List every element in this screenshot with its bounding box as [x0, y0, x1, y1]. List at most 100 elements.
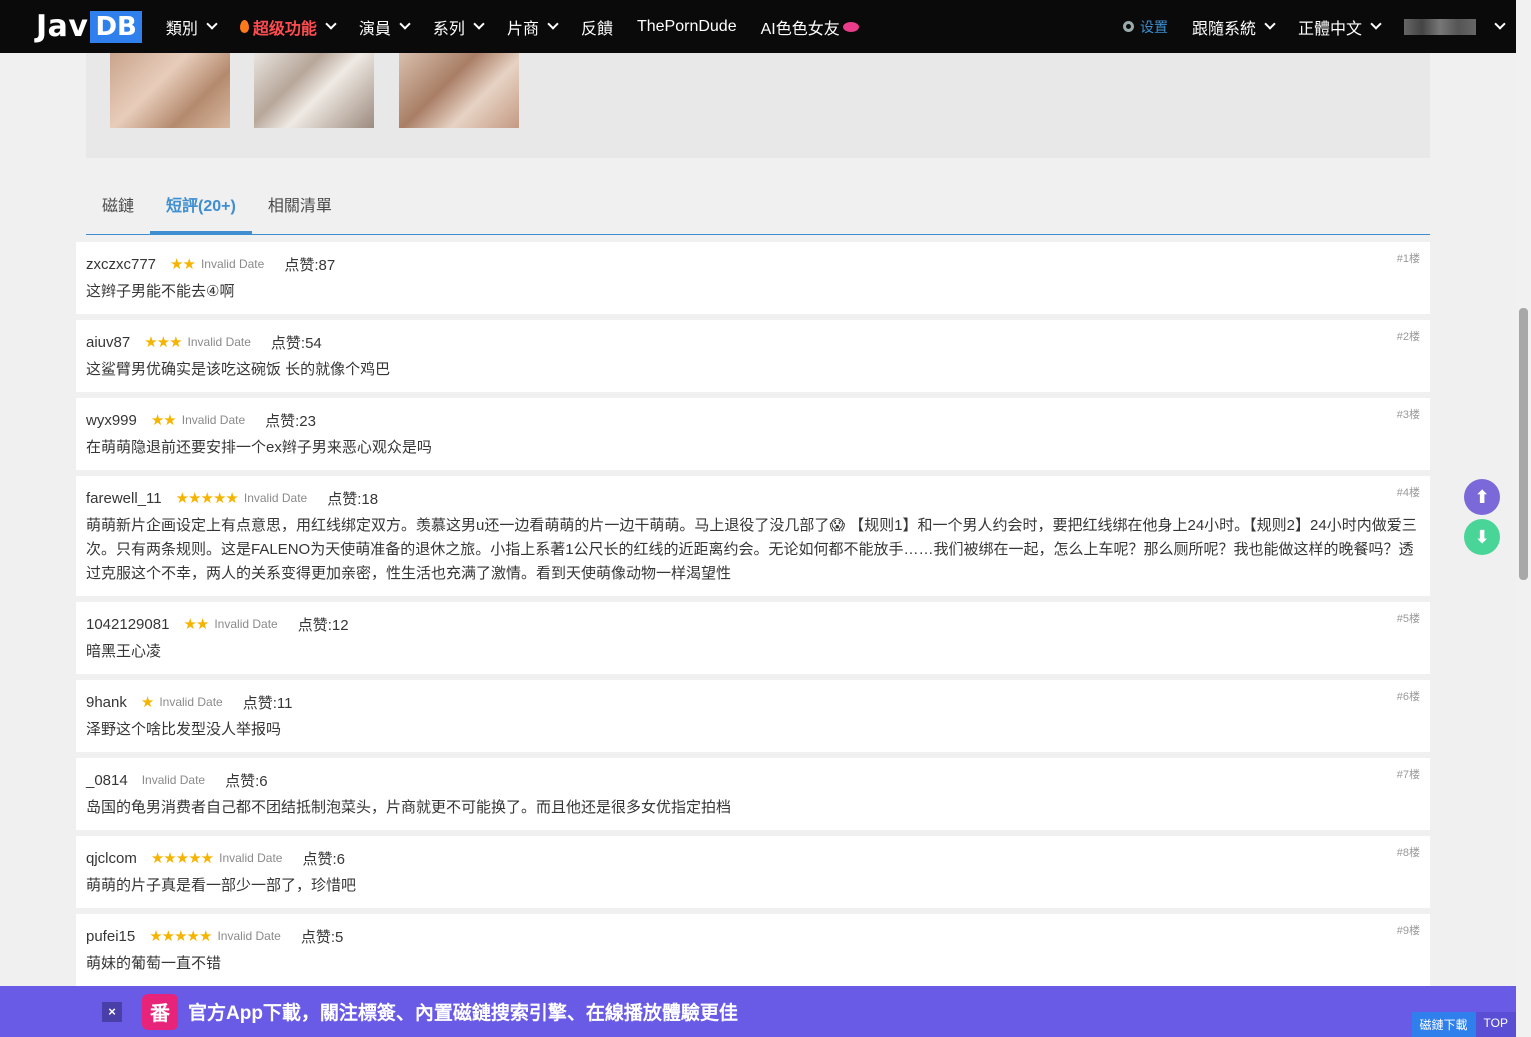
review-header: wyx999 ★★ Invalid Date 点赞:23: [86, 410, 1420, 430]
lips-icon: [842, 21, 859, 32]
review-list: zxczxc777 ★★ Invalid Date 点赞:87 #1楼 这辫子男能不能去④…: [76, 242, 1430, 992]
tab-reviews[interactable]: 短評(20+): [150, 183, 252, 234]
banner-close-button[interactable]: ×: [102, 1001, 122, 1022]
chevron-down-icon: [547, 18, 559, 30]
magnet-download-link[interactable]: 磁鏈下載: [1411, 1012, 1476, 1037]
chevron-down-icon: [206, 18, 218, 30]
review-date: Invalid Date: [159, 695, 223, 709]
nav-settings[interactable]: 设置: [1111, 17, 1180, 37]
nav-feedback[interactable]: 反饋: [569, 0, 625, 53]
review-header: 9hank ★ Invalid Date 点赞:11: [86, 692, 1420, 712]
review-floor-number: #7楼: [1396, 769, 1420, 781]
avatar: [1404, 18, 1476, 35]
nav-user-menu[interactable]: [1392, 0, 1516, 53]
nav-actors-label: 演員: [358, 20, 391, 38]
banner-links: 磁鏈下載 TOP: [1411, 1012, 1516, 1037]
nav-settings-label: 设置: [1139, 18, 1168, 35]
review-header: zxczxc777 ★★ Invalid Date 点赞:87: [86, 254, 1420, 274]
nav-theporndude[interactable]: ThePornDude: [625, 0, 749, 53]
review-content: 泽野这个啥比发型没人举报吗: [86, 721, 282, 738]
review-content: 在萌萌隐退前还要安排一个ex辫子男来恶心观众是吗: [86, 439, 432, 456]
review-item: 1042129081 ★★ Invalid Date 点赞:12 #5楼 暗黑王心凌: [76, 602, 1430, 674]
review-item: zxczxc777 ★★ Invalid Date 点赞:87 #1楼 这辫子男能不能去④…: [76, 242, 1430, 314]
review-username[interactable]: _0814: [86, 772, 128, 789]
nav-ai-girlfriend[interactable]: AI色色女友: [749, 0, 871, 53]
chevron-down-icon: [325, 18, 337, 30]
nav-theme-label: 跟隨系統: [1191, 20, 1256, 38]
page-scrollbar[interactable]: [1516, 0, 1531, 1037]
review-content: 萌妹的葡萄一直不错: [86, 955, 222, 972]
review-floor-number: #6楼: [1396, 691, 1420, 703]
preview-thumbnail[interactable]: [399, 53, 519, 128]
review-likes[interactable]: 点赞:12: [298, 614, 349, 635]
review-username[interactable]: zxczxc777: [86, 256, 156, 273]
site-logo[interactable]: Jav DB: [36, 0, 142, 53]
tab-related-lists[interactable]: 相關清單: [252, 183, 348, 234]
preview-thumbnail[interactable]: [110, 53, 230, 128]
nav-theporndude-label: ThePornDude: [636, 17, 737, 35]
chevron-down-icon: [473, 18, 485, 30]
review-username[interactable]: aiuv87: [86, 334, 130, 351]
nav-categories[interactable]: 類別: [154, 0, 228, 53]
preview-thumbnail[interactable]: [254, 53, 374, 128]
rating-stars-icon: ★★★: [144, 334, 182, 351]
nav-makers[interactable]: 片商: [495, 0, 569, 53]
review-item: farewell_11 ★★★★★ Invalid Date 点赞:18 #4楼 萌萌新片…: [76, 476, 1430, 596]
review-content: 萌萌新片企画设定上有点意思，用红线绑定双方。羡慕这男u还一边看萌萌的片一边干萌萌…: [86, 517, 1417, 582]
review-date: Invalid Date: [214, 617, 278, 631]
nav-makers-label: 片商: [506, 20, 539, 38]
chevron-down-icon: [1494, 18, 1506, 30]
rating-stars-icon: ★★★★★: [149, 928, 212, 945]
gear-icon: [1122, 21, 1134, 32]
logo-text-db: DB: [90, 10, 142, 43]
review-likes[interactable]: 点赞:6: [302, 848, 345, 869]
review-item: _0814 Invalid Date 点赞:6 #7楼 岛国的龟男消费者自己都不团结抵制…: [76, 758, 1430, 830]
banner-text[interactable]: 官方App下載，關注標簽、內置磁鏈搜索引擎、在線播放體驗更佳: [188, 998, 738, 1025]
review-floor-number: #8楼: [1396, 847, 1420, 859]
review-content: 暗黑王心凌: [86, 643, 162, 660]
review-date: Invalid Date: [200, 257, 265, 271]
flame-icon: [239, 20, 249, 33]
nav-series[interactable]: 系列: [421, 0, 495, 53]
review-date: Invalid Date: [141, 773, 206, 787]
tab-magnets[interactable]: 磁鏈: [86, 183, 150, 234]
scrollbar-thumb[interactable]: [1519, 308, 1528, 580]
review-username[interactable]: 9hank: [86, 694, 127, 711]
nav-language[interactable]: 正體中文: [1286, 0, 1392, 53]
scroll-down-button[interactable]: ⬇: [1464, 519, 1500, 555]
back-to-top-link[interactable]: TOP: [1475, 1012, 1516, 1037]
review-item: qjclcom ★★★★★ Invalid Date 点赞:6 #8楼 萌萌的片子真是看一…: [76, 836, 1430, 908]
review-username[interactable]: farewell_11: [86, 490, 162, 507]
app-logo-icon[interactable]: 番: [142, 993, 178, 1030]
review-likes[interactable]: 点赞:18: [327, 488, 378, 509]
review-likes[interactable]: 点赞:5: [301, 926, 344, 947]
review-likes[interactable]: 点赞:6: [225, 770, 268, 791]
nav-actors[interactable]: 演員: [347, 0, 421, 53]
app-download-banner: × 番 官方App下載，關注標簽、內置磁鏈搜索引擎、在線播放體驗更佳 磁鏈下載 …: [0, 986, 1516, 1037]
arrow-down-icon: ⬇: [1474, 526, 1490, 547]
review-header: qjclcom ★★★★★ Invalid Date 点赞:6: [86, 848, 1420, 868]
review-likes[interactable]: 点赞:23: [265, 410, 316, 431]
nav-feedback-label: 反饋: [580, 20, 613, 38]
review-likes[interactable]: 点赞:87: [284, 254, 335, 275]
review-username[interactable]: wyx999: [86, 412, 137, 429]
review-likes[interactable]: 点赞:11: [243, 692, 293, 713]
review-floor-number: #4楼: [1396, 487, 1420, 499]
review-username[interactable]: pufei15: [86, 928, 135, 945]
nav-theme-follow-system[interactable]: 跟隨系統: [1180, 0, 1286, 53]
review-username[interactable]: qjclcom: [86, 850, 137, 867]
review-header: _0814 Invalid Date 点赞:6: [86, 770, 1420, 790]
rating-stars-icon: ★★: [150, 412, 177, 429]
review-date: Invalid Date: [187, 335, 251, 349]
review-floor-number: #3楼: [1396, 409, 1420, 421]
scroll-up-button[interactable]: ⬆: [1464, 479, 1500, 515]
nav-super-features-label: 超级功能: [252, 20, 317, 38]
review-floor-number: #1楼: [1396, 253, 1420, 265]
review-content: 萌萌的片子真是看一部少一部了，珍惜吧: [86, 877, 357, 894]
nav-super-features[interactable]: 超级功能: [228, 0, 347, 53]
logo-text-jav: Jav: [36, 9, 89, 44]
chevron-down-icon: [399, 18, 411, 30]
review-likes[interactable]: 点赞:54: [271, 332, 322, 353]
review-username[interactable]: 1042129081: [86, 616, 169, 633]
rating-stars-icon: ★★★★★: [150, 850, 214, 867]
